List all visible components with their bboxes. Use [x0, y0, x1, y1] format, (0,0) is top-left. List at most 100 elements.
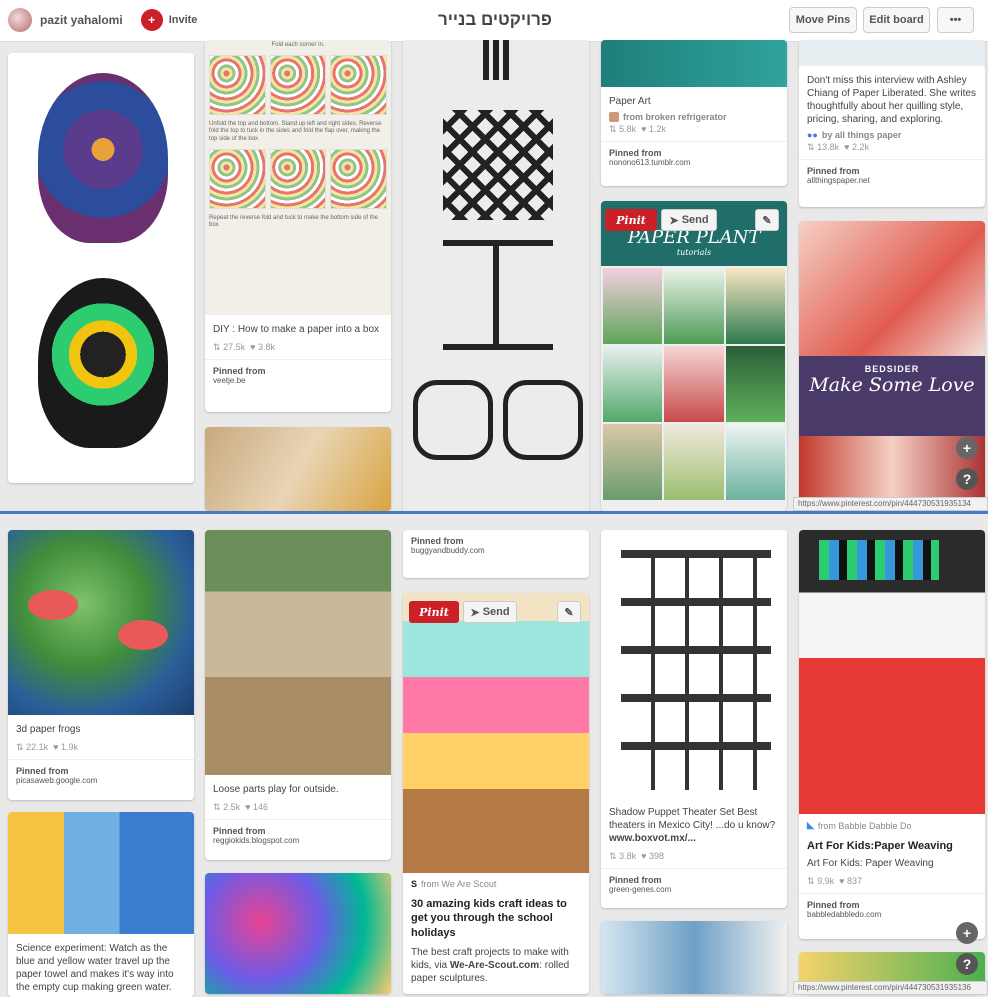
repin-icon: ⇅: [213, 802, 221, 812]
pin-stats: ⇅ 5.8k ♥ 1.2k: [609, 124, 666, 134]
pin-description: Paper Art: [609, 96, 651, 107]
pinit-button[interactable]: Pinit: [409, 601, 459, 623]
status-url: https://www.pinterest.com/pin/4447305319…: [793, 981, 988, 995]
pin-source[interactable]: Pinned from nonono613.tumblr.com: [601, 141, 787, 173]
pin-stats: ⇅ 13.8k ♥ 2.2k: [807, 142, 869, 152]
send-icon: ➤: [669, 214, 682, 227]
pin-stats: ⇅ 9.9k ♥ 837: [807, 876, 862, 887]
pin-attribution[interactable]: from broken refrigerator: [601, 112, 787, 122]
babble-dabble-do-logo-icon: ◣: [807, 820, 814, 830]
pin-card[interactable]: Pinit ➤ Send ✎ Sfrom We Are Scout 30 ama…: [403, 593, 589, 994]
pin-card[interactable]: PAPER PLANT tutorials Pinit ➤ Send ✎: [601, 201, 787, 511]
help-icon[interactable]: ?: [956, 953, 978, 975]
edit-pin-button[interactable]: ✎: [755, 209, 779, 231]
pin-description: Shadow Puppet Theater Set Best theaters …: [609, 807, 776, 844]
all-things-paper-logo-icon: ●●: [807, 130, 818, 140]
pin-card[interactable]: ◣ from Babble Dabble Do Art For Kids:Pape…: [799, 530, 985, 939]
move-pins-button[interactable]: Move Pins: [789, 7, 857, 33]
more-options-button[interactable]: •••: [937, 7, 974, 33]
pin-image[interactable]: [8, 530, 194, 715]
add-plus-icon[interactable]: +: [956, 922, 978, 944]
pin-card[interactable]: Paper Art from broken refrigerator ⇅ 5.8…: [601, 40, 787, 186]
screenshot-divider: [0, 511, 988, 514]
pin-image[interactable]: Pinit ➤ Send ✎: [403, 593, 589, 873]
pin-card[interactable]: Don't miss this interview with Ashley Ch…: [799, 40, 985, 207]
pencil-icon: ✎: [762, 214, 772, 227]
pin-image[interactable]: [601, 40, 787, 87]
pin-title: Art For Kids:Paper Weaving: [807, 840, 953, 852]
pin-description: The best craft projects to make with kid…: [411, 946, 570, 984]
pin-card[interactable]: BEDSIDER Make Some Love: [799, 221, 985, 511]
invite-button[interactable]: + Invite: [140, 9, 198, 31]
pin-source[interactable]: Pinned from picasaweb.google.com: [8, 759, 194, 791]
pin-description: Don't miss this interview with Ashley Ch…: [807, 75, 976, 125]
pin-stats: ⇅ 27.5k ♥ 3.8k: [213, 342, 275, 352]
pin-card[interactable]: Science experiment: Watch as the blue an…: [8, 812, 194, 997]
send-icon: ➤: [470, 606, 483, 619]
pin-image[interactable]: PAPER PLANT tutorials Pinit ➤ Send ✎: [601, 201, 787, 511]
pin-card[interactable]: [601, 921, 787, 994]
invite-label: Invite: [168, 14, 198, 26]
pinit-button[interactable]: Pinit: [605, 209, 657, 231]
pin-card[interactable]: [403, 40, 589, 511]
add-plus-icon[interactable]: +: [956, 437, 978, 459]
repin-icon: ⇅: [609, 124, 617, 134]
pin-image[interactable]: [799, 40, 985, 66]
status-url: https://www.pinterest.com/pin/4447305319…: [793, 497, 988, 511]
pin-title: 30 amazing kids craft ideas to get you t…: [411, 898, 567, 939]
avatar[interactable]: [8, 8, 32, 32]
pin-source[interactable]: Pinned from buggyandbuddy.com: [403, 530, 589, 561]
scout-logo-icon: S: [411, 879, 418, 889]
pin-image[interactable]: [205, 873, 391, 994]
pin-card[interactable]: [205, 427, 391, 511]
pin-image[interactable]: Fold each corner in. Unfold the top and …: [205, 40, 391, 315]
pin-card[interactable]: [8, 53, 194, 483]
pin-card[interactable]: [205, 873, 391, 994]
pin-image[interactable]: [205, 427, 391, 511]
pin-image[interactable]: [799, 530, 985, 814]
pin-card[interactable]: Pinned from buggyandbuddy.com: [403, 530, 589, 578]
send-button[interactable]: ➤ Send: [463, 601, 517, 623]
heart-icon: ♥: [839, 876, 845, 887]
pin-card[interactable]: Fold each corner in. Unfold the top and …: [205, 40, 391, 412]
pin-description: Science experiment: Watch as the blue an…: [16, 943, 174, 993]
pin-source[interactable]: Pinned from babbledabbledo.com: [799, 893, 985, 925]
repin-icon: ⇅: [16, 742, 24, 752]
pin-image[interactable]: [8, 53, 194, 483]
username[interactable]: pazit yahalomi: [40, 13, 123, 27]
pin-card[interactable]: Loose parts play for outside. ⇅ 2.5k ♥ 1…: [205, 530, 391, 860]
add-user-icon: +: [140, 9, 163, 31]
heart-icon: ♥: [641, 851, 647, 861]
pin-attribution[interactable]: ◣ from Babble Dabble Do: [799, 814, 985, 831]
pin-card[interactable]: Shadow Puppet Theater Set Best theaters …: [601, 530, 787, 908]
help-icon[interactable]: ?: [956, 468, 978, 490]
heart-icon: ♥: [245, 802, 251, 812]
edit-pin-button[interactable]: ✎: [557, 601, 581, 623]
pin-image[interactable]: [601, 530, 787, 798]
repin-icon: ⇅: [807, 876, 815, 887]
pin-source[interactable]: Pinned from veetje.be: [205, 359, 391, 391]
pin-description: Loose parts play for outside.: [213, 784, 339, 795]
user-info[interactable]: pazit yahalomi + Invite: [8, 8, 197, 32]
pin-attribution[interactable]: ●● by all things paper: [799, 130, 985, 140]
repin-icon: ⇅: [807, 142, 815, 152]
pin-stats: ⇅ 3.8k ♥ 398: [609, 851, 664, 861]
pin-image[interactable]: BEDSIDER Make Some Love: [799, 221, 985, 511]
pin-source[interactable]: Pinned from allthingspaper.net: [799, 159, 985, 191]
heart-icon: ♥: [250, 342, 256, 352]
pin-attribution[interactable]: Sfrom We Are Scout: [403, 873, 589, 889]
pin-image[interactable]: [601, 921, 787, 994]
pin-image[interactable]: [403, 40, 589, 511]
send-button[interactable]: ➤ Send: [661, 209, 717, 231]
pin-image[interactable]: [8, 812, 194, 934]
pin-source[interactable]: Pinned from green-genes.com: [601, 868, 787, 900]
edit-board-button[interactable]: Edit board: [863, 7, 930, 33]
pin-description: 3d paper frogs: [16, 724, 81, 735]
pin-source[interactable]: Pinned from reggiokids.blogspot.com: [205, 819, 391, 851]
heart-icon: ♥: [641, 124, 647, 134]
page-title: פרויקטים בנייר: [438, 10, 552, 29]
pin-card[interactable]: 3d paper frogs ⇅ 22.1k ♥ 1.9k Pinned fro…: [8, 530, 194, 800]
pencil-icon: ✎: [564, 606, 574, 619]
pin-image[interactable]: [205, 530, 391, 775]
pin-stats: ⇅ 2.5k ♥ 146: [213, 802, 268, 812]
